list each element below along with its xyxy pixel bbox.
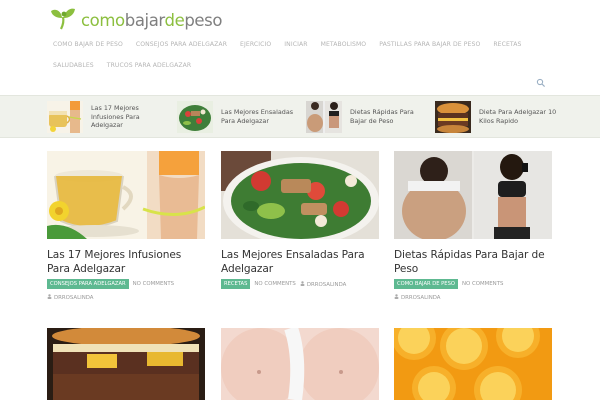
user-icon — [300, 280, 305, 286]
strip-item-dieta-10-kilos[interactable]: Dieta Para Adelgazar 10 Kilos Rapido — [435, 101, 559, 133]
author-name: DRROSALINDA — [54, 295, 94, 301]
nav-item-ejercicio[interactable]: EJERCICIO — [240, 41, 271, 48]
category-badge[interactable]: COMO BAJAR DE PESO — [394, 279, 458, 289]
tea-thumbnail — [47, 101, 83, 133]
before-after-image[interactable] — [394, 151, 552, 241]
comments-count[interactable]: NO COMMENTS — [133, 281, 174, 287]
salad-thumbnail — [177, 101, 213, 133]
nav-row-1: COMO BAJAR DE PESO CONSEJOS PARA ADELGAZ… — [53, 33, 557, 55]
post-meta: CONSEJOS PARA ADELGAZAR NO COMMENTS DRRO… — [47, 279, 205, 301]
post-meta: RECETAS NO COMMENTS DRROSALINDA — [221, 279, 379, 289]
belly-image[interactable] — [221, 328, 379, 400]
salad-image[interactable] — [221, 151, 379, 245]
post-title[interactable]: Las 17 Mejores Infusiones Para Adelgazar — [47, 249, 205, 276]
category-badge[interactable]: CONSEJOS PARA ADELGAZAR — [47, 279, 129, 289]
comments-count[interactable]: NO COMMENTS — [254, 281, 295, 287]
nav-item-metabolismo[interactable]: METABOLISMO — [321, 41, 367, 48]
strip-title: Las 17 Mejores Infusiones Para Adelgazar — [91, 104, 140, 130]
strip-item-ensaladas[interactable]: Las Mejores Ensaladas Para Adelgazar — [177, 101, 301, 133]
post-card-infusiones: Las 17 Mejores Infusiones Para Adelgazar… — [47, 151, 206, 301]
user-icon — [47, 294, 52, 299]
nav-row-2: SALUDABLES TRUCOS PARA ADELGAZAR — [53, 54, 557, 76]
burger-thumbnail — [435, 101, 471, 133]
post-title[interactable]: Las Mejores Ensaladas Para Adelgazar — [221, 249, 379, 276]
post-author[interactable]: DRROSALINDA — [47, 294, 93, 301]
nav-item-trucos-para-adelgazar[interactable]: TRUCOS PARA ADELGAZAR — [107, 62, 192, 69]
oranges-image[interactable] — [394, 328, 552, 400]
author-name: DRROSALINDA — [401, 295, 441, 301]
strip-title: Dietas Rápidas Para Bajar de Peso — [350, 108, 414, 125]
nav-item-como-bajar-de-peso[interactable]: COMO BAJAR DE PESO — [53, 41, 123, 48]
nav-item-saludables[interactable]: SALUDABLES — [53, 62, 94, 69]
category-badge[interactable]: RECETAS — [221, 279, 251, 289]
post-author[interactable]: DRROSALINDA — [394, 294, 440, 301]
nav-item-consejos-para-adelgazar[interactable]: CONSEJOS PARA ADELGAZAR — [136, 41, 227, 48]
strip-title: Dieta Para Adelgazar 10 Kilos Rapido — [479, 108, 557, 125]
post-meta: COMO BAJAR DE PESO NO COMMENTS DRROSALIN… — [394, 279, 552, 301]
site-logo[interactable]: comobajardepeso — [47, 5, 222, 31]
main-navigation: COMO BAJAR DE PESO CONSEJOS PARA ADELGAZ… — [47, 33, 557, 76]
nav-item-pastillas[interactable]: PASTILLAS PARA BAJAR DE PESO — [379, 41, 480, 48]
comments-count[interactable]: NO COMMENTS — [462, 281, 503, 287]
post-title[interactable]: Dietas Rápidas Para Bajar de Peso — [394, 249, 552, 276]
post-card-ensaladas: Las Mejores Ensaladas Para Adelgazar REC… — [221, 151, 379, 289]
user-icon — [394, 294, 399, 299]
leaf-person-icon — [51, 8, 75, 30]
nav-item-recetas[interactable]: RECETAS — [493, 41, 521, 48]
strip-item-infusiones[interactable]: Las 17 Mejores Infusiones Para Adelgazar — [47, 101, 171, 133]
logo-wordmark: comobajardepeso — [81, 11, 223, 30]
post-card-dietas-rapidas: Dietas Rápidas Para Bajar de Peso COMO B… — [394, 151, 552, 301]
before-after-thumbnail — [306, 101, 342, 133]
search-icon[interactable] — [536, 78, 546, 88]
strip-item-dietas-rapidas[interactable]: Dietas Rápidas Para Bajar de Peso — [306, 101, 430, 133]
strip-title: Las Mejores Ensaladas Para Adelgazar — [221, 108, 294, 125]
nav-item-iniciar[interactable]: INICIAR — [284, 41, 307, 48]
author-name: DRROSALINDA — [306, 281, 347, 288]
tea-image[interactable] — [47, 151, 206, 239]
featured-posts-strip: Las 17 Mejores Infusiones Para Adelgazar… — [0, 95, 600, 138]
post-author[interactable]: DRROSALINDA — [300, 280, 347, 288]
burger-image[interactable] — [47, 328, 205, 400]
